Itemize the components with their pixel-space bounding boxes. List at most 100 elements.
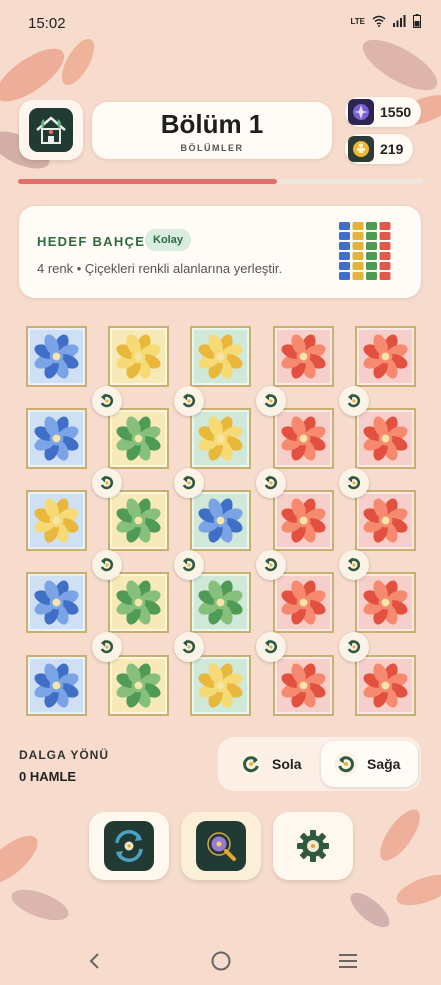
goal-pattern-cell bbox=[339, 222, 350, 230]
rotate-group-button[interactable] bbox=[256, 550, 286, 580]
board-tile[interactable] bbox=[108, 572, 169, 633]
rotate-icon bbox=[100, 639, 114, 654]
garden-house-icon bbox=[29, 108, 73, 152]
red-flower-icon bbox=[281, 663, 326, 708]
rotate-group-button[interactable] bbox=[92, 386, 122, 416]
home-button[interactable] bbox=[19, 100, 83, 160]
board-tile[interactable] bbox=[190, 572, 251, 633]
board-tile[interactable] bbox=[190, 408, 251, 469]
rotate-icon bbox=[264, 557, 278, 572]
yellow-flower-icon bbox=[34, 498, 79, 543]
blue-flower-icon bbox=[34, 334, 79, 379]
board-tile[interactable] bbox=[273, 655, 334, 716]
rotate-group-button[interactable] bbox=[256, 468, 286, 498]
rotate-right-icon bbox=[334, 752, 358, 776]
levels-link[interactable]: BÖLÜMLER bbox=[92, 143, 332, 153]
settings-button[interactable] bbox=[273, 812, 353, 880]
goal-pattern-cell bbox=[366, 252, 377, 260]
rotate-icon bbox=[182, 475, 196, 490]
board-tile[interactable] bbox=[108, 655, 169, 716]
green-flower-icon bbox=[116, 416, 161, 461]
board-tile[interactable] bbox=[273, 408, 334, 469]
goal-pattern-cell bbox=[379, 272, 391, 280]
status-icons: LTE bbox=[350, 14, 421, 28]
board-tile[interactable] bbox=[355, 408, 416, 469]
key-icon bbox=[348, 136, 374, 162]
rotate-group-button[interactable] bbox=[256, 386, 286, 416]
green-flower-icon bbox=[116, 498, 161, 543]
board-tile[interactable] bbox=[26, 655, 87, 716]
red-flower-icon bbox=[281, 580, 326, 625]
rotate-left-icon bbox=[239, 752, 263, 776]
rotate-group-button[interactable] bbox=[92, 550, 122, 580]
rotate-icon bbox=[182, 639, 196, 654]
yellow-flower-icon bbox=[198, 334, 243, 379]
rotate-group-button[interactable] bbox=[174, 550, 204, 580]
network-label: LTE bbox=[350, 16, 365, 26]
rotate-group-button[interactable] bbox=[174, 386, 204, 416]
goal-pattern-cell bbox=[352, 242, 364, 250]
rotate-group-button[interactable] bbox=[339, 550, 369, 580]
rotate-group-button[interactable] bbox=[92, 468, 122, 498]
board-tile[interactable] bbox=[190, 655, 251, 716]
goal-pattern-cell bbox=[366, 272, 377, 280]
rotate-left-button[interactable]: Sola bbox=[230, 741, 320, 787]
yellow-flower-icon bbox=[116, 334, 161, 379]
rotate-group-button[interactable] bbox=[256, 632, 286, 662]
settings-gear-icon bbox=[288, 821, 338, 871]
goal-pattern-cell bbox=[379, 242, 391, 250]
blue-flower-icon bbox=[34, 416, 79, 461]
level-title-card[interactable]: Bölüm 1 BÖLÜMLER bbox=[92, 102, 332, 159]
board-tile[interactable] bbox=[273, 572, 334, 633]
green-flower-icon bbox=[116, 580, 161, 625]
difficulty-badge: Kolay bbox=[145, 229, 191, 251]
rotate-group-button[interactable] bbox=[174, 632, 204, 662]
rotate-group-button[interactable] bbox=[174, 468, 204, 498]
board-tile[interactable] bbox=[355, 326, 416, 387]
home-nav-icon[interactable] bbox=[210, 950, 232, 972]
keys-counter[interactable]: 219 bbox=[345, 134, 413, 164]
shuffle-button[interactable] bbox=[89, 812, 169, 880]
goal-pattern-cell bbox=[379, 222, 391, 230]
goal-pattern-preview bbox=[339, 222, 391, 280]
rotate-right-button[interactable]: Sağa bbox=[321, 741, 418, 787]
board-tile[interactable] bbox=[108, 408, 169, 469]
board-tile[interactable] bbox=[26, 490, 87, 551]
goal-pattern-cell bbox=[366, 222, 377, 230]
system-nav-bar bbox=[0, 935, 441, 985]
board-tile[interactable] bbox=[273, 326, 334, 387]
rotate-icon bbox=[347, 639, 361, 654]
board-tile[interactable] bbox=[355, 572, 416, 633]
red-flower-icon bbox=[363, 580, 408, 625]
rotate-group-button[interactable] bbox=[339, 632, 369, 662]
board-tile[interactable] bbox=[355, 490, 416, 551]
rotate-icon bbox=[264, 393, 278, 408]
board-tile[interactable] bbox=[273, 490, 334, 551]
rotate-group-button[interactable] bbox=[339, 468, 369, 498]
red-flower-icon bbox=[363, 498, 408, 543]
board-tile[interactable] bbox=[190, 490, 251, 551]
blue-flower-icon bbox=[34, 580, 79, 625]
recents-icon[interactable] bbox=[338, 952, 358, 970]
board-tile[interactable] bbox=[108, 326, 169, 387]
gem-icon bbox=[348, 99, 374, 125]
board-tile[interactable] bbox=[355, 655, 416, 716]
rotate-group-button[interactable] bbox=[92, 632, 122, 662]
level-progress-bar bbox=[18, 179, 423, 184]
rotate-group-button[interactable] bbox=[339, 386, 369, 416]
magnifier-button[interactable] bbox=[181, 812, 261, 880]
goal-pattern-cell bbox=[352, 262, 364, 270]
board-tile[interactable] bbox=[26, 326, 87, 387]
board-tile[interactable] bbox=[26, 408, 87, 469]
goal-pattern-cell bbox=[339, 262, 350, 270]
gems-counter[interactable]: 1550 bbox=[345, 97, 421, 127]
keys-value: 219 bbox=[380, 141, 404, 157]
wave-direction-label: DALGA YÖNÜ bbox=[19, 748, 110, 762]
yellow-flower-icon bbox=[198, 663, 243, 708]
board-tile[interactable] bbox=[190, 326, 251, 387]
back-icon[interactable] bbox=[85, 951, 105, 971]
board-tile[interactable] bbox=[26, 572, 87, 633]
green-flower-icon bbox=[198, 580, 243, 625]
wifi-icon bbox=[372, 15, 386, 27]
board-tile[interactable] bbox=[108, 490, 169, 551]
